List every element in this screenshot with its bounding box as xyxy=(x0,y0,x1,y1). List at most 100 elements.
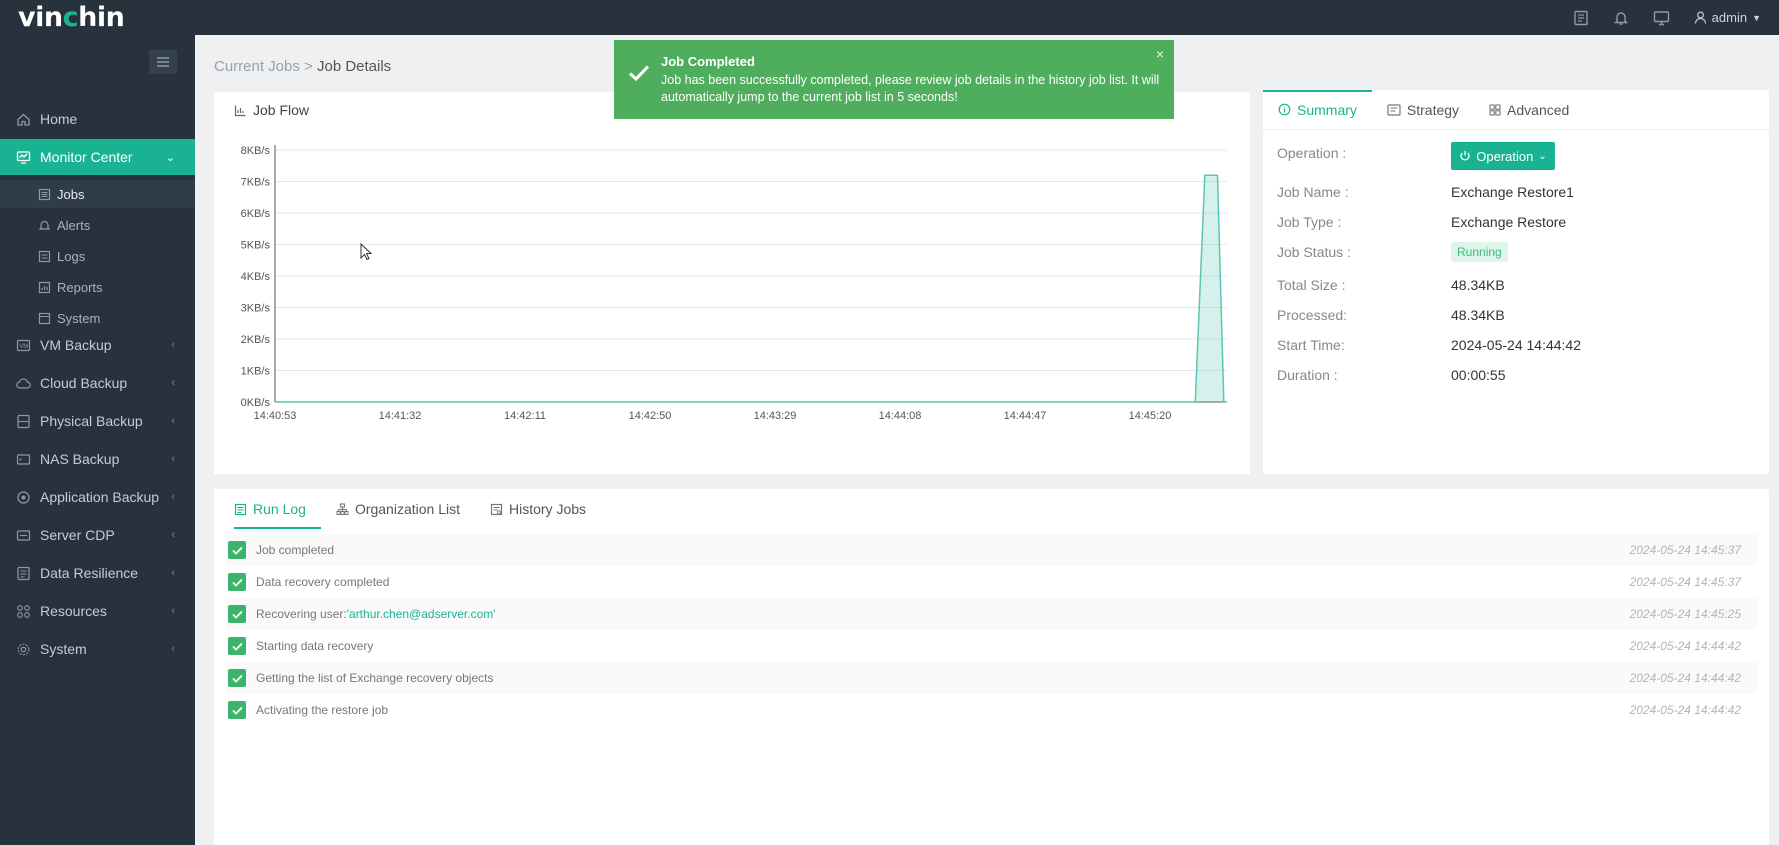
series-line xyxy=(275,174,1227,403)
y-tick-label: 2KB/s xyxy=(241,334,271,346)
toast-title: Job Completed xyxy=(661,54,755,69)
info-icon xyxy=(1278,103,1291,116)
chevron-left-icon: ‹ xyxy=(171,491,175,503)
start-time-label: Start Time: xyxy=(1277,337,1345,353)
close-icon[interactable]: × xyxy=(1156,46,1164,62)
y-tick-label: 8KB/s xyxy=(241,145,271,157)
chevron-left-icon: ‹ xyxy=(171,643,175,655)
chevron-down-icon: ▼ xyxy=(1752,12,1761,23)
tab-strategy[interactable]: Strategy xyxy=(1372,90,1474,129)
chevron-left-icon: ‹ xyxy=(171,339,175,351)
x-tick-label: 14:44:08 xyxy=(879,410,922,422)
sidebar-toggle-button[interactable] xyxy=(149,50,177,74)
breadcrumb: Current Jobs > Job Details xyxy=(214,58,392,75)
system-icon xyxy=(38,311,52,325)
y-tick-label: 6KB/s xyxy=(241,208,271,220)
y-tick-label: 5KB/s xyxy=(241,240,271,252)
sidebar-item-application-backup[interactable]: Application Backup ‹ xyxy=(0,479,195,515)
tab-organization-list[interactable]: Organization List xyxy=(321,489,475,529)
jobs-icon xyxy=(38,187,52,201)
sidebar-item-server-cdp[interactable]: Server CDP ‹ xyxy=(0,517,195,553)
log-row: Starting data recovery 2024-05-24 14:44:… xyxy=(226,630,1757,662)
duration-label: Duration : xyxy=(1277,367,1338,383)
chevron-left-icon: ‹ xyxy=(171,605,175,617)
log-row: Recovering user: 'arthur.chen@adserver.c… xyxy=(226,598,1757,630)
svg-text:VM: VM xyxy=(19,344,28,350)
cloud-icon xyxy=(15,375,31,391)
sidebar-subitem-alerts[interactable]: Alerts xyxy=(0,211,195,239)
y-tick-label: 4KB/s xyxy=(241,271,271,283)
series-area xyxy=(275,175,1227,402)
check-icon xyxy=(228,605,246,623)
server-icon xyxy=(15,413,31,429)
sidebar-item-vm-backup[interactable]: VM VM Backup ‹ xyxy=(0,327,195,363)
chevron-left-icon: ‹ xyxy=(171,567,175,579)
breadcrumb-parent[interactable]: Current Jobs xyxy=(214,58,300,75)
sidebar-subitem-logs[interactable]: Logs xyxy=(0,242,195,270)
cdp-icon xyxy=(15,527,31,543)
toast-message: Job has been successfully completed, ple… xyxy=(661,73,1160,104)
duration-value: 00:00:55 xyxy=(1451,367,1506,383)
check-icon xyxy=(228,573,246,591)
sidebar-subitem-jobs[interactable]: Jobs xyxy=(0,180,195,208)
x-tick-label: 14:45:20 xyxy=(1129,410,1172,422)
menu-icon xyxy=(157,57,169,67)
tab-run-log[interactable]: Run Log xyxy=(219,489,321,529)
operation-button[interactable]: Operation ⌄ xyxy=(1451,142,1555,170)
vinchin-logo[interactable]: vinchin xyxy=(18,2,125,33)
x-tick-label: 14:40:53 xyxy=(254,410,297,422)
gear-icon xyxy=(15,641,31,657)
job-name-value: Exchange Restore1 xyxy=(1451,184,1574,200)
log-panel: Run Log Organization List History Jobs J… xyxy=(214,489,1769,845)
shield-icon xyxy=(15,565,31,581)
check-icon xyxy=(228,669,246,687)
tab-advanced[interactable]: Advanced xyxy=(1474,90,1584,129)
x-tick-label: 14:44:47 xyxy=(1004,410,1047,422)
user-icon xyxy=(1694,11,1706,24)
check-icon xyxy=(228,701,246,719)
sidebar-item-nas-backup[interactable]: NAS Backup ‹ xyxy=(0,441,195,477)
sidebar-subitem-reports[interactable]: Reports xyxy=(0,273,195,301)
y-tick-label: 1KB/s xyxy=(241,366,271,378)
sidebar-item-resources[interactable]: Resources ‹ xyxy=(0,593,195,629)
log-row: Data recovery completed 2024-05-24 14:45… xyxy=(226,566,1757,598)
y-tick-label: 3KB/s xyxy=(241,303,271,315)
mouse-cursor-icon xyxy=(360,243,372,261)
chevron-left-icon: ‹ xyxy=(171,377,175,389)
operation-label: Operation : xyxy=(1277,145,1347,161)
nas-icon xyxy=(15,451,31,467)
job-completed-toast: Job Completed Job has been successfully … xyxy=(614,40,1174,119)
processed-value: 48.34KB xyxy=(1451,307,1505,323)
vm-icon: VM xyxy=(15,337,31,353)
x-tick-label: 14:42:11 xyxy=(504,410,546,422)
sidebar-item-cloud-backup[interactable]: Cloud Backup ‹ xyxy=(0,365,195,401)
user-menu[interactable]: admin ▼ xyxy=(1694,10,1761,25)
sidebar-item-home[interactable]: Home xyxy=(0,101,195,137)
check-icon xyxy=(228,541,246,559)
chevron-down-icon: ⌄ xyxy=(165,151,175,164)
bell-icon xyxy=(38,218,52,232)
x-tick-label: 14:41:32 xyxy=(379,410,422,422)
chevron-left-icon: ‹ xyxy=(171,415,175,427)
y-tick-label: 0KB/s xyxy=(241,397,271,409)
reports-icon xyxy=(38,280,52,294)
job-flow-chart: 0KB/s 1KB/s 2KB/s 3KB/s 4KB/s 5KB/s 6KB/s 7KB/s… xyxy=(241,145,1227,422)
grid-icon xyxy=(1489,103,1501,116)
app-icon xyxy=(15,489,31,505)
y-tick-label: 7KB/s xyxy=(241,177,271,189)
sidebar-item-monitor-center[interactable]: Monitor Center ⌄ xyxy=(0,139,195,175)
sidebar-item-physical-backup[interactable]: Physical Backup ‹ xyxy=(0,403,195,439)
check-icon xyxy=(228,637,246,655)
tab-summary[interactable]: Summary xyxy=(1263,90,1372,129)
run-log-list: Job completed 2024-05-24 14:45:37 Data r… xyxy=(226,534,1757,726)
sidebar-item-data-resilience[interactable]: Data Resilience ‹ xyxy=(0,555,195,591)
sidebar-item-system[interactable]: System ‹ xyxy=(0,631,195,667)
log-row: Activating the restore job 2024-05-24 14… xyxy=(226,694,1757,726)
status-badge: Running xyxy=(1451,242,1508,262)
monitor-screen-icon[interactable] xyxy=(1653,10,1670,26)
bell-icon[interactable] xyxy=(1613,10,1629,26)
logs-icon xyxy=(38,249,52,263)
log-icon xyxy=(234,503,247,515)
task-list-icon[interactable] xyxy=(1573,10,1589,26)
tab-history-jobs[interactable]: History Jobs xyxy=(475,489,601,529)
